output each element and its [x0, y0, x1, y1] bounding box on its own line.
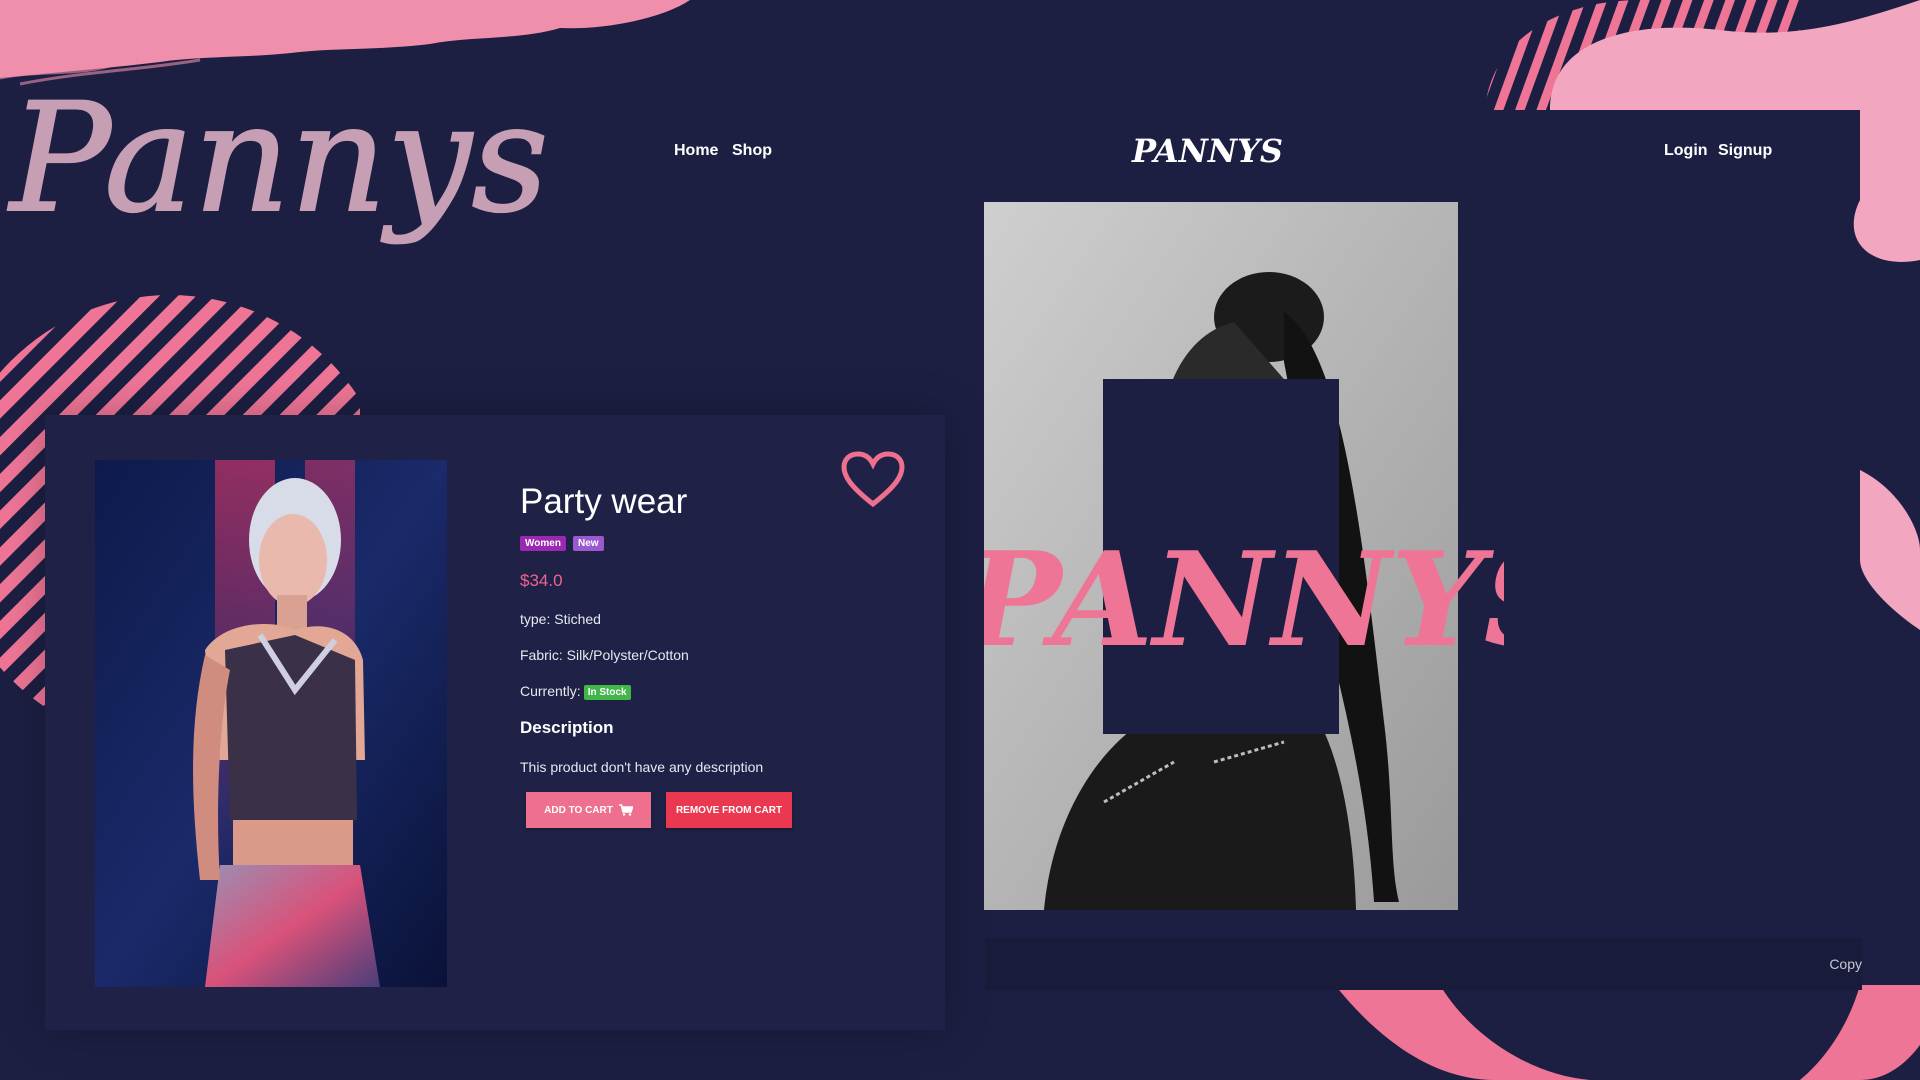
footer-copyright: Copy [1829, 956, 1862, 972]
script-logo-decoration: Pannys [6, 71, 550, 247]
stock-status-label: Currently: [520, 683, 581, 699]
pink-ring-decoration [1335, 985, 1920, 1080]
brand-logo[interactable]: PANNYS [1130, 126, 1290, 180]
footer-bar: Copy [985, 938, 1862, 990]
category-badge-new: New [573, 536, 604, 551]
stock-status-line: Currently: In Stock [520, 683, 631, 700]
pink-curve-decoration [1860, 470, 1920, 630]
cart-icon [618, 804, 633, 816]
add-to-cart-label: ADD TO CART [544, 804, 613, 816]
product-type: type: Stiched [520, 611, 601, 627]
product-price: $34.0 [520, 571, 563, 590]
stock-status-badge: In Stock [583, 685, 631, 700]
nav-link-shop[interactable]: Shop [732, 142, 772, 160]
description-text: This product don't have any description [520, 759, 764, 775]
svg-text:PANNYS: PANNYS [984, 523, 1504, 676]
product-title: Party wear [520, 482, 688, 521]
nav-link-login[interactable]: Login [1664, 142, 1708, 160]
add-to-cart-button[interactable]: ADD TO CART [526, 792, 651, 828]
svg-text:PANNYS: PANNYS [1131, 132, 1283, 170]
nav-link-signup[interactable]: Signup [1718, 142, 1772, 160]
remove-from-cart-button[interactable]: REMOVE FROM CART [666, 792, 792, 828]
description-heading: Description [520, 718, 614, 737]
product-fabric: Fabric: Silk/Polyster/Cotton [520, 647, 689, 663]
nav-link-home[interactable]: Home [674, 142, 718, 160]
heart-icon[interactable] [840, 450, 906, 510]
hero-script-logo: PANNYS [984, 523, 1504, 676]
category-badge-women: Women [520, 536, 566, 551]
product-image [95, 460, 447, 987]
svg-text:Pannys: Pannys [7, 72, 549, 246]
